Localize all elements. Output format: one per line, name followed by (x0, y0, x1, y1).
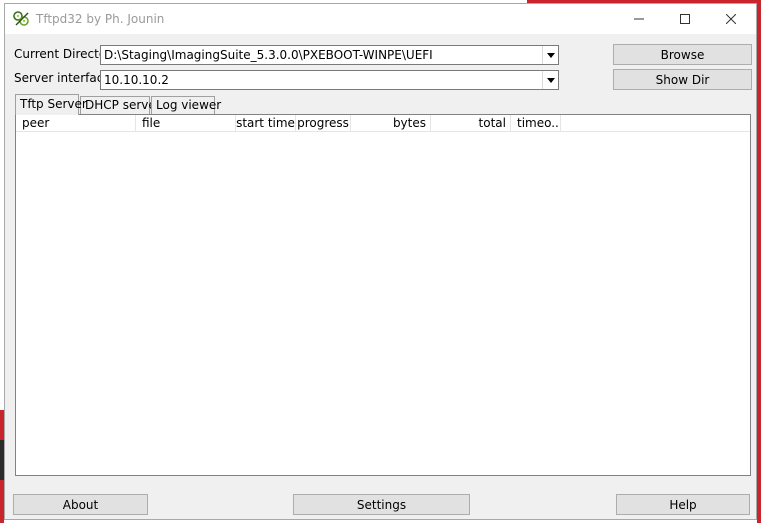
minimize-icon (634, 18, 644, 20)
column-header-peer[interactable]: peer (16, 115, 136, 132)
maximize-button[interactable] (662, 4, 708, 34)
column-header-total[interactable]: total (431, 115, 511, 132)
tab-dhcp-server[interactable]: DHCP server (80, 96, 161, 114)
column-header-timeout[interactable]: timeo... (511, 115, 561, 132)
current-directory-combo[interactable]: D:\Staging\ImagingSuite_5.3.0.0\PXEBOOT-… (100, 45, 559, 65)
title-bar[interactable]: Tftpd32 by Ph. Jounin (5, 4, 756, 34)
settings-button[interactable]: Settings (293, 494, 470, 515)
column-header-file[interactable]: file (136, 115, 236, 132)
server-interface-dropdown-button[interactable] (542, 71, 558, 89)
table-header: peer file start time progress bytes tota… (16, 115, 750, 132)
transfers-table[interactable]: peer file start time progress bytes tota… (15, 114, 751, 476)
current-directory-value: D:\Staging\ImagingSuite_5.3.0.0\PXEBOOT-… (104, 48, 433, 62)
window-title: Tftpd32 by Ph. Jounin (36, 12, 165, 26)
tab-tftp-server[interactable]: Tftp Server (15, 94, 87, 115)
about-button[interactable]: About (13, 494, 148, 515)
help-button[interactable]: Help (616, 494, 750, 515)
close-icon (726, 14, 736, 24)
column-header-start-time[interactable]: start time (236, 115, 296, 132)
chevron-down-icon (546, 52, 555, 58)
browse-button[interactable]: Browse (613, 44, 752, 65)
server-interface-value: 10.10.10.2 (104, 73, 169, 87)
chevron-down-icon (546, 77, 555, 83)
maximize-icon (680, 14, 690, 24)
close-button[interactable] (708, 4, 754, 34)
tftpd32-window: Tftpd32 by Ph. Jounin Current Directory … (4, 3, 757, 520)
column-header-progress[interactable]: progress (296, 115, 351, 132)
column-header-bytes[interactable]: bytes (351, 115, 431, 132)
background-accent-right (757, 0, 761, 523)
show-dir-button[interactable]: Show Dir (613, 69, 752, 90)
current-directory-dropdown-button[interactable] (542, 46, 558, 64)
server-interface-label: Server interface (14, 71, 111, 85)
tab-log-viewer[interactable]: Log viewer (151, 96, 221, 114)
tftpd-app-icon (13, 11, 29, 26)
server-interface-combo[interactable]: 10.10.10.2 (100, 70, 559, 90)
minimize-button[interactable] (616, 4, 662, 34)
